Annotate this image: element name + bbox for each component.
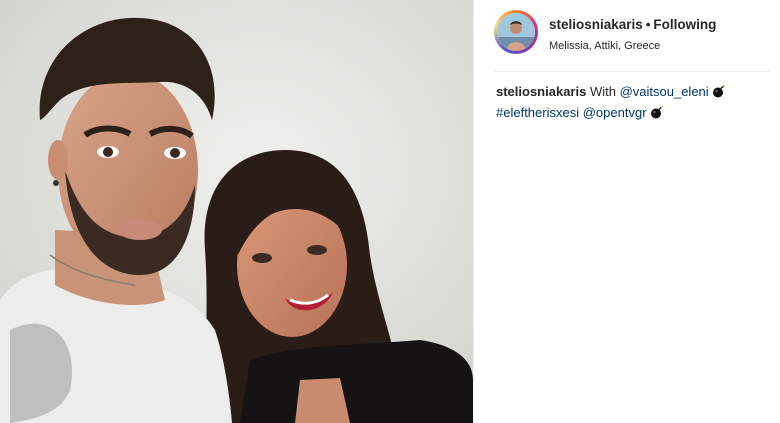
header-text: steliosniakaris • Following Melissia, Atti… <box>549 16 716 52</box>
caption-username-link[interactable]: steliosniakaris <box>496 84 586 99</box>
selfie-photo-illustration <box>0 0 473 423</box>
mention-link-vaitsou-eleni[interactable]: @vaitsou_eleni <box>620 84 709 99</box>
user-avatar-icon <box>497 13 535 51</box>
caption-text: With <box>589 84 616 99</box>
bomb-icon <box>712 84 726 103</box>
mention-link-opentvgr[interactable]: @opentvgr <box>583 105 647 120</box>
following-button[interactable]: Following <box>653 17 716 32</box>
post-caption: steliosniakaris With @vaitsou_eleni #ele… <box>496 82 766 124</box>
location-link[interactable]: Melissia, Attiki, Greece <box>549 40 716 52</box>
post-info-panel: steliosniakaris • Following Melissia, Atti… <box>473 0 780 423</box>
post-header: steliosniakaris • Following Melissia, Atti… <box>494 10 774 60</box>
separator-dot: • <box>645 17 651 32</box>
header-divider <box>494 71 770 72</box>
avatar[interactable] <box>497 13 535 51</box>
post-photo[interactable] <box>0 0 473 423</box>
bomb-icon <box>650 105 664 124</box>
hashtag-link-eleftherisxesi[interactable]: #eleftherisxesi <box>496 105 579 120</box>
username-link[interactable]: steliosniakaris <box>549 17 643 32</box>
avatar-story-ring[interactable] <box>494 10 538 54</box>
